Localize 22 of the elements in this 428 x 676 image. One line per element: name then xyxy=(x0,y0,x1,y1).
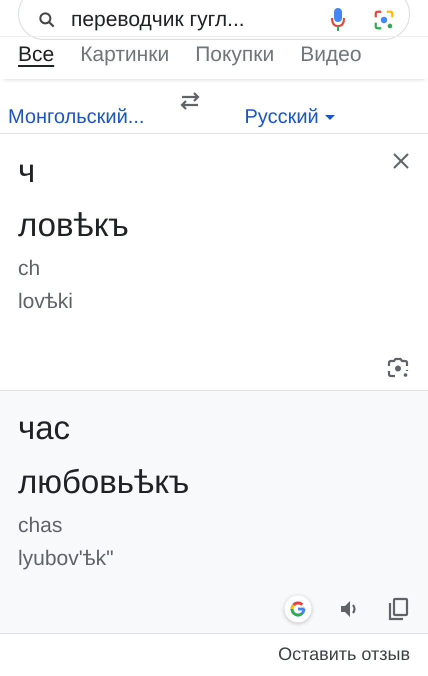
feedback-link[interactable]: Оставить отзыв xyxy=(278,644,410,665)
tab[interactable]: Покупки xyxy=(195,41,274,69)
tab[interactable]: Картинки xyxy=(80,41,170,69)
google-logo-icon[interactable] xyxy=(284,595,312,623)
translated-text: час любовьѣкъ xyxy=(18,408,190,502)
camera-lens-icon[interactable] xyxy=(373,9,395,31)
search-query: переводчик гугл... xyxy=(71,8,246,32)
tab[interactable]: Видео xyxy=(300,41,362,69)
close-icon[interactable] xyxy=(392,152,410,170)
target-language[interactable]: Русский xyxy=(244,106,335,129)
caret-icon xyxy=(324,114,335,120)
result-transliteration: chas lyubov'ѣk" xyxy=(18,513,115,572)
microphone-icon[interactable] xyxy=(331,8,345,32)
source-transliteration: ch lovѣki xyxy=(18,256,74,315)
source-language[interactable]: Монгольский... xyxy=(8,106,144,129)
camera-icon[interactable] xyxy=(386,356,410,380)
search-icon xyxy=(37,10,57,30)
copy-icon[interactable] xyxy=(388,597,410,621)
swap-icon[interactable] xyxy=(178,91,202,111)
source-text: ч ловѣкъ xyxy=(18,151,129,245)
tab[interactable]: Все xyxy=(18,41,54,69)
search-field[interactable]: переводчик гугл... xyxy=(18,0,410,40)
